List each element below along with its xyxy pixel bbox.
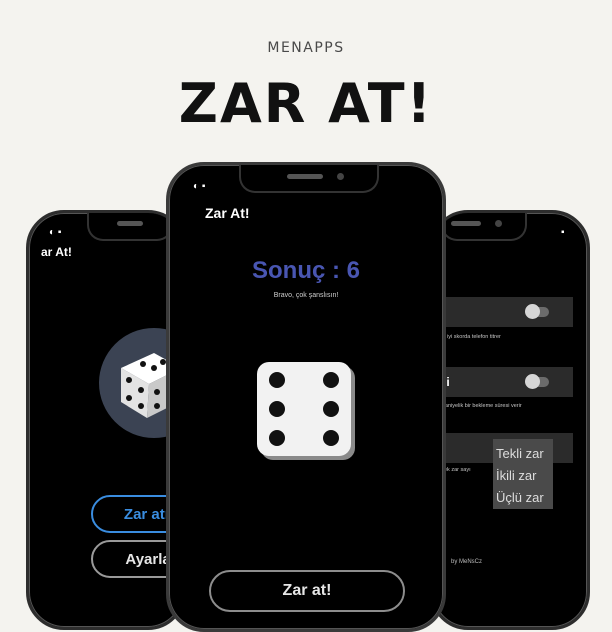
page-title: ZAR AT! xyxy=(178,72,434,135)
setting-row-vibration[interactable] xyxy=(433,297,573,327)
vibration-toggle[interactable] xyxy=(525,304,549,319)
center-phone: ◐ ▪ Zar At! Sonuç : 6 Bravo, çok şanslıs… xyxy=(166,162,446,632)
setting-description: a 3 saniyelik bir bekleme süresi verir xyxy=(433,403,522,409)
left-phone: ◐ ▪ ar At! Zar atın Ayarlar xyxy=(26,210,186,630)
status-icons: ◐ ▪ xyxy=(49,227,62,238)
die-pip xyxy=(269,430,285,446)
notch xyxy=(441,213,527,241)
dice-count-dropdown[interactable]: Tekli zar İkili zar Üçlü zar xyxy=(493,439,553,509)
app-title: Zar At! xyxy=(205,205,250,221)
notch xyxy=(87,213,173,241)
author-credit: by MeNsCz xyxy=(451,559,483,565)
notch xyxy=(239,165,379,193)
die-pip xyxy=(323,401,339,417)
dropdown-option[interactable]: Üçlü zar xyxy=(496,487,550,509)
speaker xyxy=(287,174,323,179)
result-message: Bravo, çok şanslısın! xyxy=(273,292,339,299)
roll-button[interactable]: Zar at! xyxy=(209,570,405,612)
toggle-knob xyxy=(525,304,540,319)
die-pip xyxy=(269,401,285,417)
app-title: ar At! xyxy=(41,245,72,259)
die-six-face xyxy=(257,362,351,456)
die-pip xyxy=(323,372,339,388)
camera xyxy=(337,173,344,180)
status-icons: ◐ ▪ xyxy=(193,181,206,192)
toggle-knob xyxy=(525,374,540,389)
speaker xyxy=(117,221,143,226)
dropdown-option[interactable]: Tekli zar xyxy=(496,443,550,465)
dropdown-option[interactable]: İkili zar xyxy=(496,465,550,487)
status-icons: ▪ xyxy=(561,227,565,238)
setting-row-delay[interactable]: esi xyxy=(433,367,573,397)
delay-toggle[interactable] xyxy=(525,374,549,389)
die-pip xyxy=(323,430,339,446)
camera xyxy=(495,220,502,227)
speaker xyxy=(451,221,481,226)
result-text: Sonuç : 6 xyxy=(251,257,360,284)
right-phone: ▪ re en iyi skorda telefon titrer esi a … xyxy=(430,210,590,630)
brand-label: MENAPPS xyxy=(267,40,345,56)
die-pip xyxy=(269,372,285,388)
